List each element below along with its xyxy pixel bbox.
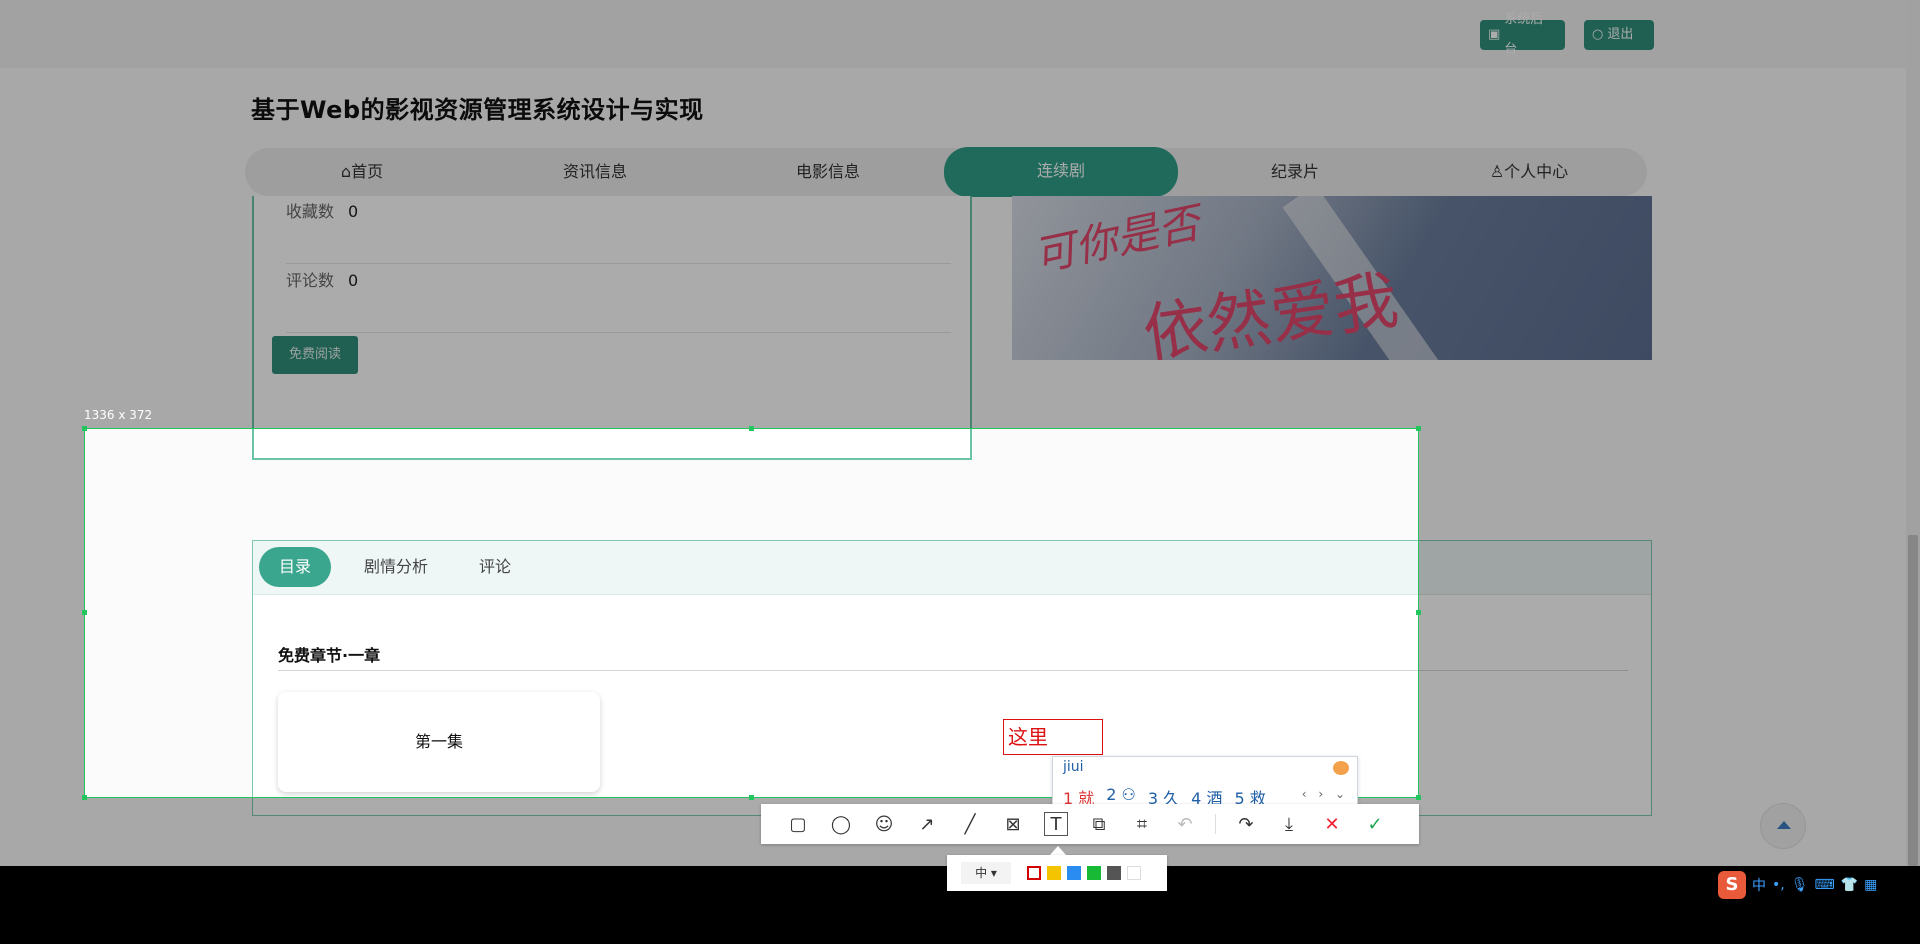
undo-icon[interactable]: ↶: [1172, 811, 1198, 837]
color-swatch-gray[interactable]: [1107, 866, 1121, 880]
mosaic-icon[interactable]: ⊠: [1000, 811, 1026, 837]
arrow-icon[interactable]: ↗: [914, 811, 940, 837]
selection-box[interactable]: [84, 428, 1419, 798]
color-swatch-blue[interactable]: [1067, 866, 1081, 880]
ime-candidate-window: jiui 1 就 2 ⚇ 3 久 4 酒 5 救 ‹ › ⌄: [1052, 756, 1358, 810]
download-icon[interactable]: ⤓: [1276, 811, 1302, 837]
microphone-icon[interactable]: 🎙: [1791, 877, 1809, 893]
ime-tray: S 中 •, 🎙 ⌨ 👕 ▦: [1718, 869, 1918, 901]
resize-handle[interactable]: [1416, 426, 1421, 431]
color-swatch-green[interactable]: [1087, 866, 1101, 880]
keyboard-icon[interactable]: ⌨: [1815, 877, 1835, 893]
dim-overlay-right: [1419, 428, 1920, 798]
line-icon[interactable]: ╱: [957, 811, 983, 837]
resize-handle[interactable]: [1416, 795, 1421, 800]
color-swatch-white[interactable]: [1127, 866, 1141, 880]
copy-icon[interactable]: ⧉: [1086, 811, 1112, 837]
resize-handle[interactable]: [82, 610, 87, 615]
ime-mode-indicator[interactable]: 中: [1752, 875, 1766, 895]
rectangle-icon[interactable]: ▢: [785, 811, 811, 837]
punctuation-icon[interactable]: •,: [1772, 877, 1785, 893]
ocr-icon[interactable]: ⌗: [1129, 811, 1155, 837]
font-size-value: 中: [975, 866, 988, 880]
selection-size-label: 1336 x 372: [84, 408, 153, 422]
skin-icon[interactable]: 👕: [1841, 877, 1858, 893]
resize-handle[interactable]: [1416, 610, 1421, 615]
resize-handle[interactable]: [82, 795, 87, 800]
cancel-icon[interactable]: ✕: [1319, 811, 1345, 837]
text-icon[interactable]: T: [1043, 811, 1069, 837]
ime-page-nav[interactable]: ‹ › ⌄: [1302, 787, 1349, 801]
resize-handle[interactable]: [82, 426, 87, 431]
font-size-select[interactable]: 中 ▾: [961, 862, 1011, 884]
share-icon[interactable]: ↷: [1233, 811, 1259, 837]
dim-overlay-left: [0, 428, 84, 798]
resize-handle[interactable]: [749, 795, 754, 800]
emoji-icon[interactable]: ☺: [871, 811, 897, 837]
ellipse-icon[interactable]: ◯: [828, 811, 854, 837]
ime-skin-icon[interactable]: [1333, 761, 1349, 775]
ime-composition: jiui: [1063, 759, 1084, 775]
toolbox-icon[interactable]: ▦: [1864, 877, 1877, 893]
text-style-bar: 中 ▾: [947, 855, 1167, 891]
resize-handle[interactable]: [749, 426, 754, 431]
toolbar-divider: [1215, 814, 1216, 834]
sogou-logo-icon[interactable]: S: [1718, 871, 1746, 899]
text-annotation[interactable]: 这里: [1003, 719, 1103, 755]
color-swatch-red[interactable]: [1027, 866, 1041, 880]
screenshot-toolbar: ▢ ◯ ☺ ↗ ╱ ⊠ T ⧉ ⌗ ↶ ↷ ⤓ ✕ ✓: [761, 804, 1419, 844]
subbar-pointer: [1050, 846, 1066, 855]
color-swatch-yellow[interactable]: [1047, 866, 1061, 880]
confirm-icon[interactable]: ✓: [1362, 811, 1388, 837]
dim-overlay-top: [0, 0, 1920, 428]
